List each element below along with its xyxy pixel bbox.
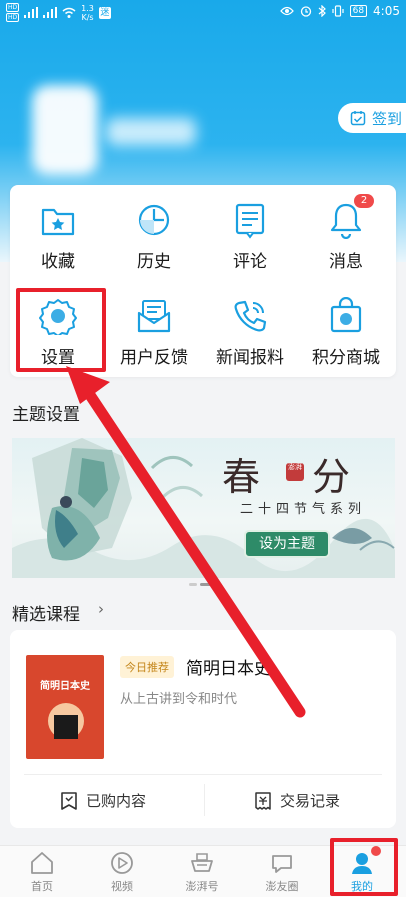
eye-icon [279,6,294,16]
purchased-content-button[interactable]: 已购内容 [60,790,146,811]
phone-call-icon [234,300,267,332]
comment-note-icon [235,203,265,239]
wifi-icon [62,7,76,18]
history-label: 历史 [137,252,171,272]
receipt-icon [255,791,271,810]
favorites-button[interactable]: 收藏 [10,185,106,275]
network-hd-badge: HD [6,3,20,12]
alarm-icon [300,6,311,17]
tab-video-label: 视频 [111,880,133,893]
transactions-button[interactable]: 交易记录 [254,790,340,811]
tab-pengpai-account[interactable]: 澎湃号 [162,846,242,897]
course-name[interactable]: 简明日本史 [186,654,271,679]
clock-history-icon [138,204,170,236]
signal-icon [24,7,39,18]
banner-title-equinox: 分 [312,455,381,499]
chevron-right-icon[interactable]: › [98,600,104,618]
set-as-theme-button[interactable]: 设为主题 [244,530,330,558]
tab-home[interactable]: 首页 [2,846,82,897]
signal-icon-2 [43,7,58,18]
checkin-label: 签到 [372,109,403,128]
banner-subtitle: 二十四节气系列 [240,502,367,517]
history-button[interactable]: 历史 [106,185,202,275]
divider [24,774,382,775]
points-mall-button[interactable]: 积分商城 [298,281,394,371]
clock-time: 4:05 [373,4,400,18]
course-card[interactable]: 简明日本史 今日推荐 简明日本史 从上古讲到令和时代 已购内容 交易记录 [10,630,396,828]
tab-friends-circle[interactable]: 澎友圈 [242,846,322,897]
book-cover-figure [54,715,78,739]
recommend-tag: 今日推荐 [120,656,174,678]
tab-video[interactable]: 视频 [82,846,162,897]
net-speed-value: 1.3 [81,3,94,13]
net-speed-unit: K/s [81,12,94,22]
username[interactable] [106,118,196,146]
tab-friends-circle-label: 澎友圈 [265,880,299,893]
messages-badge: 2 [354,194,374,208]
calendar-check-icon [350,111,366,126]
news-tip-label: 新闻报料 [216,348,284,368]
comments-button[interactable]: 评论 [202,185,298,275]
highlight-settings-box [16,288,106,372]
chat-bubble-icon [272,855,292,873]
courses-section-title[interactable]: 精选课程 [12,600,80,625]
comments-label: 评论 [233,252,267,272]
banner-title-spring: 春 [222,455,291,499]
favorites-label: 收藏 [41,252,75,272]
carousel-indicator [189,583,214,586]
transactions-label: 交易记录 [280,792,341,810]
book-cover-image[interactable]: 简明日本史 [26,655,104,759]
network-hd-badge-2: HD [6,13,20,22]
status-bar: HD HD 1.3 K/s 迷 68 4:05 [0,0,406,26]
play-icon [111,852,133,874]
gift-bag-icon [330,297,362,333]
book-cover-title: 简明日本史 [40,681,90,692]
bookmark-bag-icon [61,791,77,810]
feedback-label: 用户反馈 [120,348,188,368]
banner-seal: 澎湃 [286,463,304,481]
tab-pengpai-account-label: 澎湃号 [185,880,219,893]
news-tip-button[interactable]: 新闻报料 [202,281,298,371]
messages-label: 消息 [329,252,363,272]
star-folder-icon [41,208,75,236]
messages-button[interactable]: 消息 [298,185,394,275]
points-mall-label: 积分商城 [312,348,380,368]
app-notification-icon: 迷 [98,6,111,19]
ship-icon [191,853,213,872]
divider-vertical [204,784,205,816]
battery-indicator: 68 [349,5,368,17]
tab-home-label: 首页 [31,880,53,893]
highlight-mine-tab-box [330,838,398,896]
course-description: 从上古讲到令和时代 [120,692,238,707]
theme-banner[interactable]: 春 分 澎湃 二十四节气系列 设为主题 [12,438,395,578]
home-icon [31,852,53,874]
feedback-mail-icon [137,300,171,333]
checkin-button[interactable]: 签到 [338,103,406,133]
vibrate-icon [331,5,344,17]
bluetooth-icon [318,5,326,17]
avatar[interactable] [32,85,98,175]
theme-section-title: 主题设置 [12,405,80,425]
purchased-label: 已购内容 [86,792,147,810]
feedback-button[interactable]: 用户反馈 [106,281,202,371]
